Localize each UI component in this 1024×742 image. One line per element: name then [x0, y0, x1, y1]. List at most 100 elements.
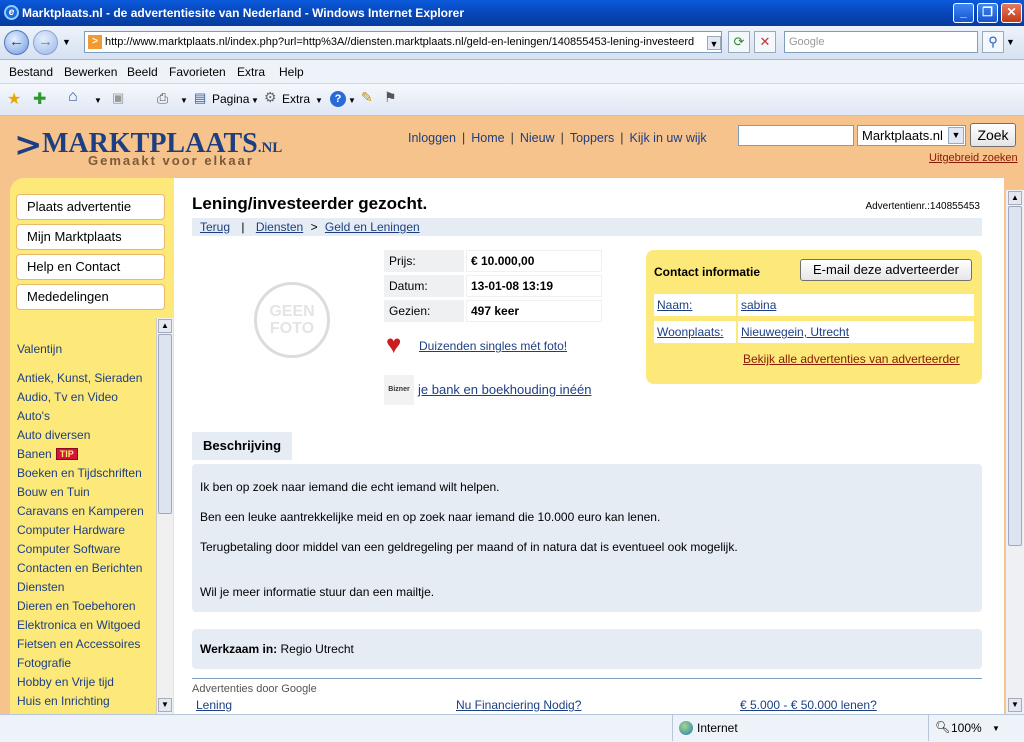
category-item[interactable]: Fietsen en Accessoires	[17, 635, 153, 654]
tab-beschrijving[interactable]: Beschrijving	[192, 432, 292, 460]
contact-place-label[interactable]: Woonplaats:	[654, 321, 736, 343]
scroll-down-icon[interactable]: ▼	[158, 698, 172, 712]
scroll-up-icon[interactable]: ▲	[1008, 191, 1022, 205]
print-dropdown-icon[interactable]: ▼	[180, 96, 188, 105]
category-item-banen[interactable]: Banen TIP	[17, 445, 153, 464]
menu-bewerken[interactable]: Bewerken	[64, 65, 117, 79]
history-dropdown-icon[interactable]: ▼	[62, 37, 71, 47]
breadcrumb-back-link[interactable]: Terug	[200, 220, 230, 234]
nav-home[interactable]: Home	[471, 131, 504, 145]
zoom-dropdown-icon[interactable]: ▼	[992, 724, 1000, 733]
refresh-button[interactable]: ⟳	[728, 31, 750, 53]
tools-menu[interactable]: Extra	[282, 92, 310, 106]
zoom-icon[interactable]: 🔍︎	[935, 720, 950, 734]
category-item[interactable]: Boeken en Tijdschriften	[17, 464, 153, 483]
close-button[interactable]: ✕	[1001, 3, 1022, 23]
search-options-icon[interactable]: ▼	[1006, 37, 1015, 47]
page-scrollbar[interactable]: ▲ ▼	[1005, 190, 1024, 714]
category-item[interactable]: Fotografie	[17, 654, 153, 673]
nav-nieuw[interactable]: Nieuw	[520, 131, 555, 145]
home-dropdown-icon[interactable]: ▼	[94, 96, 102, 105]
page-menu[interactable]: Pagina	[212, 92, 249, 106]
address-field[interactable]: > http://www.marktplaats.nl/index.php?ur…	[84, 31, 722, 53]
favorites-star-icon[interactable]: ★	[7, 89, 21, 109]
tools-gear-icon[interactable]: ⚙	[264, 89, 277, 106]
minimize-button[interactable]: _	[953, 3, 974, 23]
print-icon[interactable]: ⎙	[157, 90, 168, 107]
forward-button[interactable]: →	[33, 30, 58, 55]
nav-toppers[interactable]: Toppers	[570, 131, 614, 145]
menu-favorieten[interactable]: Favorieten	[169, 65, 226, 79]
category-item[interactable]: Valentijn	[17, 340, 153, 359]
contact-name-value[interactable]: sabina	[738, 294, 974, 316]
category-item[interactable]: Dieren en Toebehoren	[17, 597, 153, 616]
google-ad-link[interactable]: Lening	[196, 698, 232, 712]
email-advertiser-button[interactable]: E-mail deze adverteerder	[800, 259, 972, 281]
help-dropdown-icon[interactable]: ▼	[348, 96, 356, 105]
sidebar-button-plaats-advertentie[interactable]: Plaats advertentie	[16, 194, 165, 220]
scroll-up-icon[interactable]: ▲	[158, 319, 172, 333]
back-button[interactable]: ←	[4, 30, 29, 55]
category-item[interactable]: Contacten en Berichten	[17, 559, 153, 578]
sidebar-scrollbar[interactable]: ▲ ▼	[156, 318, 173, 714]
bizner-logo-icon[interactable]: Bizner	[384, 375, 414, 405]
category-item[interactable]: Bouw en Tuin	[17, 483, 153, 502]
advanced-search-link[interactable]: Uitgebreid zoeken	[929, 152, 1018, 164]
menu-beeld[interactable]: Beeld	[127, 65, 158, 79]
nav-separator: |	[560, 131, 564, 145]
category-item[interactable]: Hobby en Vrije tijd	[17, 673, 153, 692]
bank-link[interactable]: je bank en boekhouding inéén	[418, 382, 591, 397]
maximize-button[interactable]: ❐	[977, 3, 998, 23]
zoom-level[interactable]: 100%	[951, 721, 982, 735]
breadcrumb-diensten-link[interactable]: Diensten	[256, 220, 303, 234]
category-item[interactable]: Antiek, Kunst, Sieraden	[17, 369, 153, 388]
page-icon[interactable]: ▤	[194, 90, 206, 106]
google-ad-link[interactable]: € 5.000 - € 50.000 lenen?	[740, 698, 877, 712]
no-photo-line2: FOTO	[269, 320, 315, 337]
category-item[interactable]: Elektronica en Witgoed	[17, 616, 153, 635]
help-icon[interactable]: ?	[330, 91, 346, 107]
heart-icon[interactable]: ♥	[386, 330, 414, 358]
stop-button[interactable]: ✕	[754, 31, 776, 53]
tools-dropdown-icon[interactable]: ▼	[315, 96, 323, 105]
address-dropdown-icon[interactable]: ▼	[707, 36, 721, 50]
contact-name-label[interactable]: Naam:	[654, 294, 736, 316]
menu-bestand[interactable]: Bestand	[9, 65, 53, 79]
sidebar-button-mededelingen[interactable]: Mededelingen	[16, 284, 165, 310]
category-item[interactable]: Computer Software	[17, 540, 153, 559]
menu-extra[interactable]: Extra	[237, 65, 265, 79]
contact-panel: Contact informatie E-mail deze adverteer…	[646, 250, 982, 384]
scroll-down-icon[interactable]: ▼	[1008, 698, 1022, 712]
browser-search-input[interactable]: Google	[784, 31, 978, 53]
site-search-button[interactable]: Zoek	[970, 123, 1016, 147]
category-item[interactable]: Caravans en Kamperen	[17, 502, 153, 521]
google-ad-link[interactable]: Nu Financiering Nodig?	[456, 698, 581, 712]
window-titlebar: e Marktplaats.nl - de advertentiesite va…	[0, 0, 1024, 26]
feeds-icon[interactable]: ▣	[112, 90, 124, 106]
nav-kijk-in-uw-wijk[interactable]: Kijk in uw wijk	[630, 131, 707, 145]
category-item[interactable]: Audio, Tv en Video	[17, 388, 153, 407]
category-item[interactable]: Huis en Inrichting	[17, 692, 153, 711]
page-dropdown-icon[interactable]: ▼	[251, 96, 259, 105]
search-icon[interactable]: ⚲	[982, 31, 1004, 53]
site-search-input[interactable]	[738, 125, 854, 146]
home-icon[interactable]: ⌂	[68, 88, 78, 106]
category-item[interactable]: Computer Hardware	[17, 521, 153, 540]
research-icon[interactable]: ✎	[361, 89, 373, 106]
add-favorite-icon[interactable]: ✚	[33, 89, 46, 109]
messenger-icon[interactable]: ⚑	[384, 89, 397, 106]
category-item[interactable]: Auto diversen	[17, 426, 153, 445]
breadcrumb-geld-link[interactable]: Geld en Leningen	[325, 220, 420, 234]
menu-help[interactable]: Help	[279, 65, 304, 79]
scroll-thumb[interactable]	[1008, 206, 1022, 546]
sidebar-button-help-en-contact[interactable]: Help en Contact	[16, 254, 165, 280]
scroll-thumb[interactable]	[158, 334, 172, 514]
category-item[interactable]: Diensten	[17, 578, 153, 597]
sidebar-button-mijn-marktplaats[interactable]: Mijn Marktplaats	[16, 224, 165, 250]
all-ads-link[interactable]: Bekijk alle advertenties van adverteerde…	[743, 352, 960, 366]
singles-link[interactable]: Duizenden singles mét foto!	[419, 339, 567, 353]
nav-inloggen[interactable]: Inloggen	[408, 131, 456, 145]
contact-place-value[interactable]: Nieuwegein, Utrecht	[738, 321, 974, 343]
category-item[interactable]: Auto's	[17, 407, 153, 426]
site-search-scope-select[interactable]: Marktplaats.nl ▼	[857, 125, 966, 146]
